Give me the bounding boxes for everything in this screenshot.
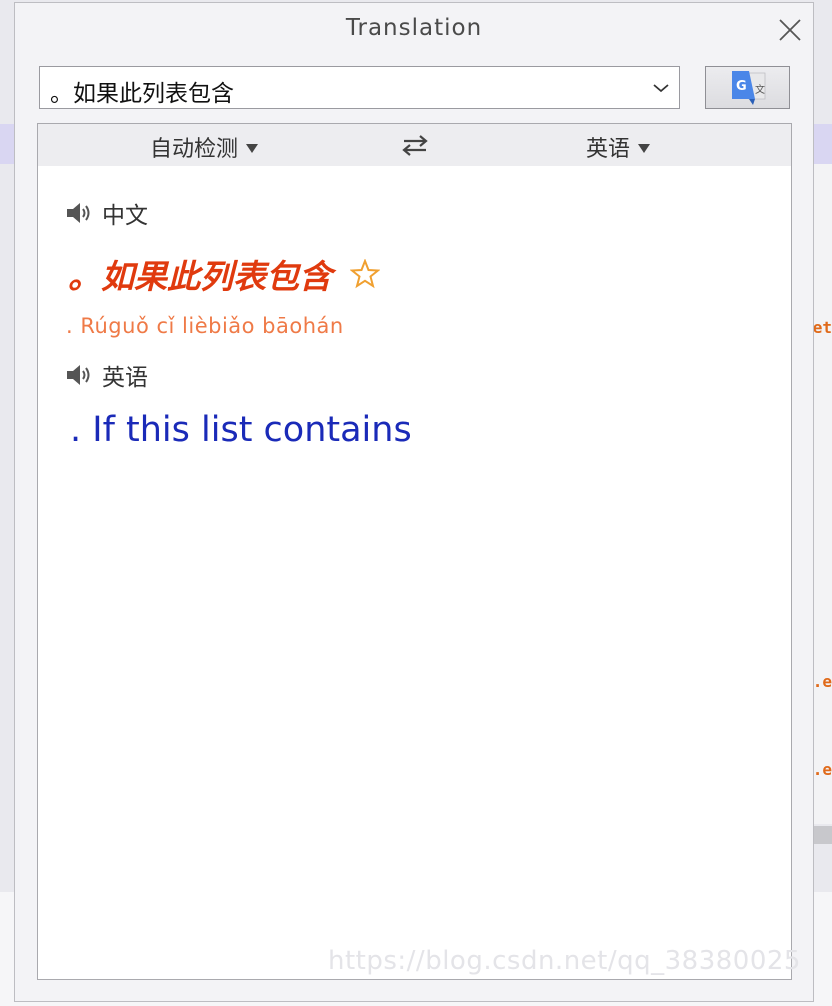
watermark: https://blog.csdn.net/qq_38380025 [328, 946, 801, 976]
speaker-icon[interactable] [64, 362, 94, 388]
background-code-fragment: .e [812, 672, 832, 691]
source-text-row: 。如果此列表包含 [68, 250, 380, 298]
pinyin-text: . Rúguǒ cǐ lièbiǎo bāohán [66, 314, 344, 338]
caret-down-icon [638, 144, 651, 153]
background-code-fragment: .e [812, 760, 832, 779]
language-bar: 自动检测 英语 [37, 123, 792, 167]
close-icon [779, 19, 801, 41]
background-editor-pane [812, 164, 832, 824]
target-language-label: 英语 [586, 137, 631, 162]
background-code-fragment: et [812, 318, 832, 337]
source-text: 。如果此列表包含 [68, 257, 332, 296]
target-language-name: 英语 [102, 365, 148, 391]
close-button[interactable] [775, 15, 805, 45]
svg-text:G: G [736, 79, 747, 94]
dialog-title: Translation [345, 15, 483, 41]
translation-dialog: Translation 。如果此列表包含 G 文 自动检测 英语 中文 。如果此… [14, 2, 814, 1002]
swap-arrows-icon [402, 135, 428, 156]
source-language-dropdown[interactable]: 自动检测 [150, 131, 259, 163]
source-language-label: 自动检测 [150, 137, 239, 162]
svg-text:文: 文 [755, 83, 765, 96]
background-scrollbar [812, 826, 832, 844]
speaker-icon[interactable] [64, 200, 94, 226]
target-section-header: 英语 [64, 358, 148, 392]
source-section-header: 中文 [64, 196, 148, 230]
translation-input-value: 。如果此列表包含 [50, 81, 234, 107]
swap-languages-button[interactable] [400, 133, 430, 157]
translation-result-panel: 中文 。如果此列表包含 . Rúguǒ cǐ lièbiǎo bāohán 英语… [37, 166, 800, 980]
translate-button[interactable]: G 文 [705, 66, 790, 109]
chevron-down-icon[interactable] [651, 79, 671, 97]
translation-input[interactable]: 。如果此列表包含 [39, 66, 680, 109]
source-language-name: 中文 [102, 203, 148, 229]
star-icon[interactable] [350, 259, 380, 289]
google-translate-icon: G 文 [732, 71, 766, 105]
target-language-dropdown[interactable]: 英语 [586, 131, 651, 163]
caret-down-icon [246, 144, 259, 153]
translated-text: . If this list contains [70, 410, 412, 450]
